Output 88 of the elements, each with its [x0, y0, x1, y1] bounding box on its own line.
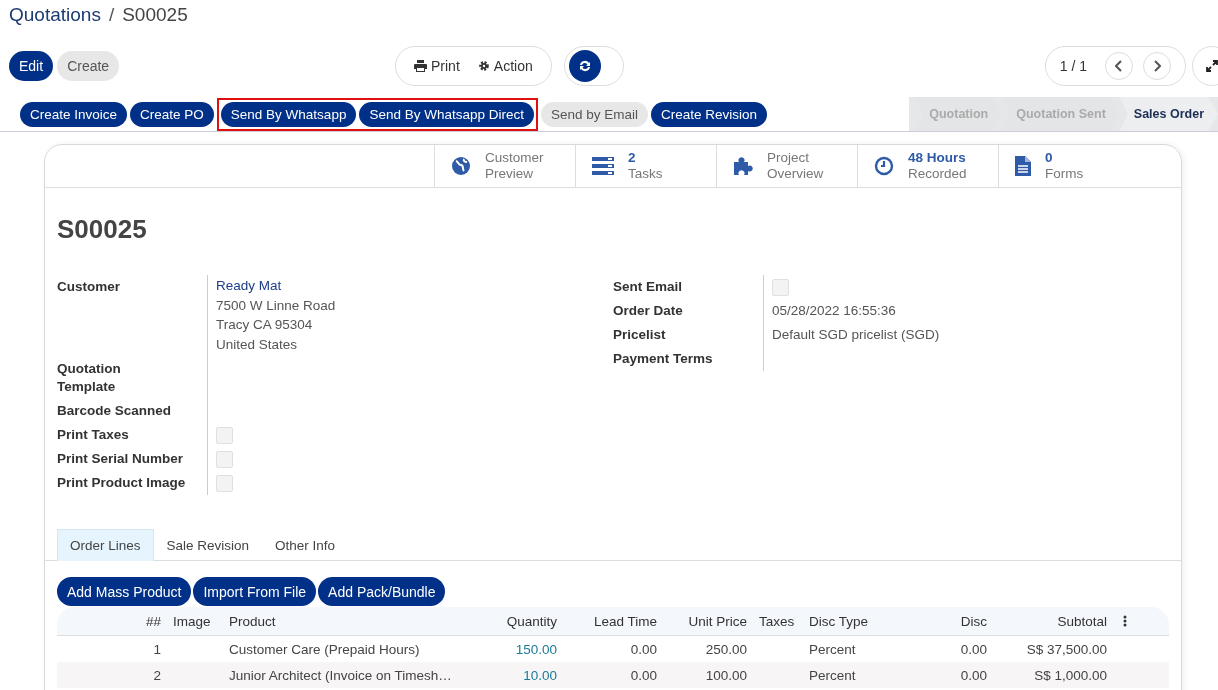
- refresh-icon: [577, 59, 592, 73]
- field-value: 05/28/2022 16:55:36: [772, 303, 896, 318]
- create-button[interactable]: Create: [57, 51, 120, 81]
- customer-link[interactable]: Ready Mat: [216, 276, 605, 296]
- list-icon: [592, 157, 614, 175]
- table-cell: 100.00: [705, 667, 747, 683]
- field-label: Customer: [57, 278, 121, 296]
- table-action-button[interactable]: Import From File: [193, 577, 317, 606]
- smart-button[interactable]: 48 Hours Recorded: [857, 145, 998, 187]
- smart-button[interactable]: 2 Tasks: [575, 145, 716, 187]
- field-label: Print Serial Number: [57, 450, 185, 468]
- column-header[interactable]: ##: [57, 613, 167, 629]
- table-cell: Junior Architect (Invoice on Timesh…: [229, 667, 452, 683]
- column-header[interactable]: Lead Time: [563, 613, 663, 629]
- action-button[interactable]: Send By Whatsapp Direct: [359, 101, 534, 127]
- chevron-right-icon: [1153, 60, 1161, 72]
- column-header[interactable]: Unit Price: [663, 613, 753, 629]
- table-action-button[interactable]: Add Mass Product: [57, 577, 192, 606]
- column-header[interactable]: Quantity: [493, 613, 563, 629]
- table-cell: 2: [153, 667, 161, 683]
- puzzle-icon: [733, 156, 753, 176]
- document-icon: [1015, 156, 1031, 176]
- checkbox[interactable]: [216, 450, 233, 468]
- checkbox[interactable]: [216, 426, 233, 444]
- printer-icon: [414, 60, 427, 72]
- tab[interactable]: Other Info: [262, 529, 349, 561]
- table-cell: 0.00: [630, 641, 657, 657]
- table-cell: 1: [153, 641, 161, 657]
- action-button[interactable]: Create PO: [130, 101, 214, 127]
- record-title: S00025: [57, 214, 148, 245]
- breadcrumb-separator: /: [108, 4, 115, 26]
- action-button[interactable]: Send by Email: [541, 101, 649, 127]
- breadcrumb-link[interactable]: Quotations: [9, 4, 101, 26]
- field-value: Default SGD pricelist (SGD): [772, 327, 940, 342]
- pager-value: 1 / 1: [1059, 58, 1087, 74]
- address-line: Tracy CA 95304: [216, 316, 314, 334]
- column-header[interactable]: Subtotal: [993, 613, 1113, 629]
- field-label: Order Date: [613, 302, 684, 320]
- action-menu[interactable]: Action: [473, 58, 537, 74]
- field-label: Quotation Template: [57, 360, 122, 396]
- more-options-icon[interactable]: [1123, 615, 1127, 627]
- field-label: Print Taxes: [57, 426, 130, 444]
- field-label: Sent Email: [613, 278, 684, 296]
- address-line: United States: [216, 335, 299, 354]
- tab[interactable]: Order Lines: [57, 529, 154, 561]
- checkbox[interactable]: [216, 474, 233, 492]
- column-header[interactable]: Disc: [923, 613, 993, 629]
- checkbox[interactable]: [772, 278, 789, 296]
- print-menu[interactable]: Print: [410, 58, 464, 74]
- breadcrumb-current: S00025: [122, 4, 188, 26]
- table-cell: 0.00: [960, 667, 987, 683]
- table-action-button[interactable]: Add Pack/Bundle: [318, 577, 446, 606]
- status-step[interactable]: Sales Order: [1119, 97, 1218, 131]
- field-label: Print Product Image: [57, 474, 187, 492]
- field-label: Barcode Scanned: [57, 402, 173, 420]
- expand-icon: [1206, 60, 1218, 72]
- field-label: Pricelist: [613, 326, 667, 344]
- smart-button[interactable]: Customer Preview: [434, 145, 575, 187]
- address-line: 7500 W Linne Road: [216, 296, 337, 315]
- smart-button[interactable]: Project Overview: [716, 145, 857, 187]
- field-label: Payment Terms: [613, 350, 714, 368]
- table-cell: S$ 1,000.00: [1034, 667, 1107, 683]
- edit-button[interactable]: Edit: [9, 51, 54, 81]
- previous-button[interactable]: [1105, 52, 1133, 80]
- table-cell: Percent: [809, 641, 856, 657]
- table-cell: 150.00: [515, 641, 557, 657]
- action-button[interactable]: Send By Whatsapp: [220, 101, 357, 127]
- table-cell: 0.00: [630, 667, 657, 683]
- column-header[interactable]: Taxes: [753, 613, 803, 629]
- action-button[interactable]: Create Revision: [651, 101, 768, 127]
- table-cell: Customer Care (Prepaid Hours): [229, 641, 420, 657]
- smart-button[interactable]: 0 Forms: [998, 145, 1139, 187]
- table-cell: S$ 37,500.00: [1026, 641, 1107, 657]
- table-cell: 0.00: [960, 641, 987, 657]
- column-header[interactable]: Product: [223, 613, 493, 629]
- column-header[interactable]: Image: [167, 613, 223, 629]
- table-cell: Percent: [809, 667, 856, 683]
- refresh-button[interactable]: [568, 50, 601, 82]
- clock-icon: [874, 156, 894, 176]
- tab[interactable]: Sale Revision: [153, 529, 263, 561]
- action-button[interactable]: Create Invoice: [20, 101, 128, 127]
- table-cell: 10.00: [523, 667, 557, 683]
- gear-icon: [477, 60, 490, 72]
- globe-icon: [451, 156, 471, 176]
- chevron-left-icon: [1115, 60, 1123, 72]
- column-header[interactable]: Disc Type: [803, 613, 923, 629]
- next-button[interactable]: [1143, 52, 1171, 80]
- table-cell: 250.00: [705, 641, 747, 657]
